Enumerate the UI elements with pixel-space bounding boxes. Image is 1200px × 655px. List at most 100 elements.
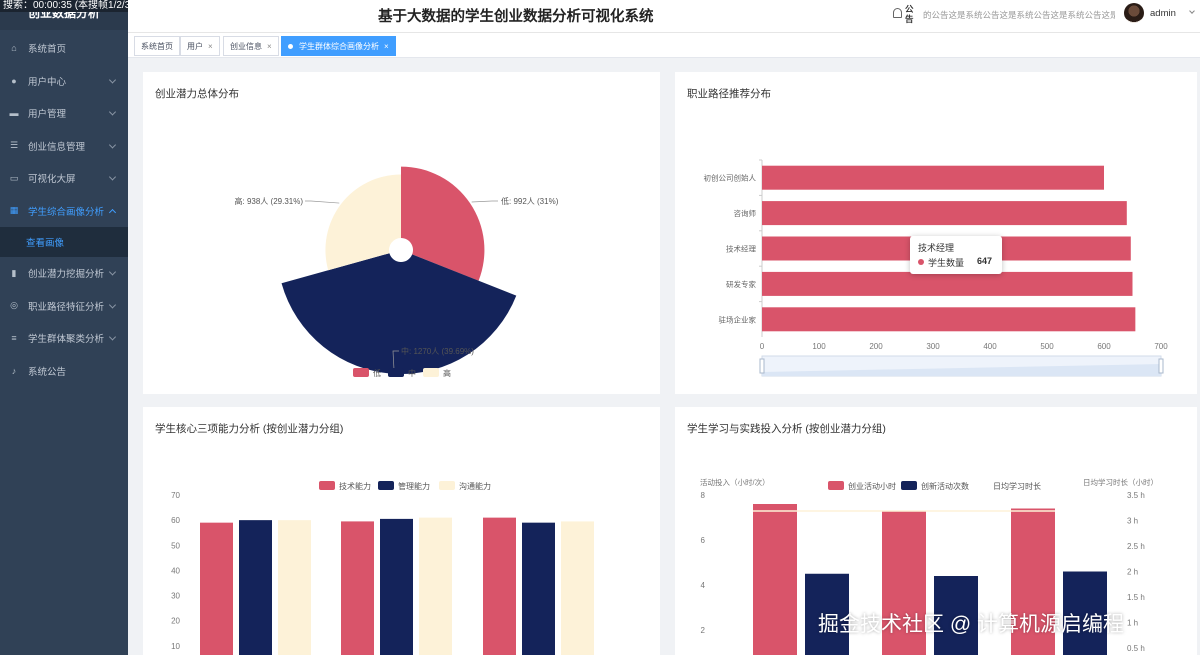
menu-icon: ≡: [11, 333, 17, 344]
legend-label[interactable]: 创业活动小时: [848, 481, 896, 491]
y-category-label: 初创公司创始人: [704, 173, 757, 183]
y-category-label: 技术经理: [726, 244, 756, 254]
bar-2-1[interactable]: [419, 517, 452, 655]
chevron-up-icon: [108, 208, 117, 216]
legend-swatch[interactable]: [901, 481, 917, 490]
tag-startup-info[interactable]: 创业信息 ×: [223, 36, 279, 56]
legend-swatch[interactable]: [828, 481, 844, 490]
y-tick-label-right: 2.5 h: [1127, 542, 1145, 551]
y-tick-label-left: 4: [701, 581, 706, 590]
tag-label: 用户: [187, 41, 203, 51]
sidebar-item-cluster-analysis[interactable]: ≡ 学生群体聚类分析: [0, 322, 128, 355]
sidebar-item-visual-screen[interactable]: ▭ 可视化大屏: [0, 162, 128, 195]
datazoom-handle-right[interactable]: [1158, 358, 1164, 374]
mic-icon: ♪: [11, 365, 17, 376]
chevron-down-icon: [108, 141, 117, 149]
legend-label[interactable]: 沟通能力: [459, 481, 491, 491]
y-tick-label: 20: [171, 617, 180, 626]
sidebar-item-startup-info[interactable]: ☰ 创业信息管理: [0, 130, 128, 163]
x-tick-label: 600: [1097, 342, 1111, 351]
notice-marquee[interactable]: 的公告这是系统公告这是系统公告这是系统公告这是系统公告: [923, 9, 1115, 21]
tooltip-title: 技术经理: [918, 243, 955, 253]
sidebar-item-user-center[interactable]: ● 用户中心: [0, 65, 128, 98]
legend-swatch[interactable]: [439, 481, 455, 490]
page-title: 基于大数据的学生创业数据分析可视化系统: [378, 9, 654, 25]
legend-label[interactable]: 日均学习时长: [993, 481, 1041, 491]
sidebar-item-student-profile[interactable]: ▦ 学生综合画像分析: [0, 195, 128, 228]
bar-1-1[interactable]: [380, 518, 413, 655]
bar-2-2[interactable]: [561, 521, 594, 655]
avatar[interactable]: [1124, 3, 1144, 23]
pie-data-label: 高: 938人 (29.31%): [235, 196, 304, 206]
bar-0-0[interactable]: [200, 522, 233, 655]
bar-0-1[interactable]: [341, 521, 374, 655]
sidebar-subitem-label: 查看画像: [26, 238, 65, 249]
x-tick-label: 700: [1154, 342, 1168, 351]
sidebar-item-label: 用户管理: [28, 109, 67, 121]
bell-icon[interactable]: [893, 8, 902, 18]
close-icon[interactable]: ×: [208, 42, 213, 51]
sidebar-item-potential-mining[interactable]: ▮ 创业潜力挖掘分析: [0, 257, 128, 290]
y-tick-label: 30: [171, 592, 180, 601]
username[interactable]: admin: [1150, 8, 1176, 19]
sidebar-item-label: 可视化大屏: [28, 174, 76, 186]
home-icon: ⌂: [11, 43, 17, 54]
tag-user[interactable]: 用户 ×: [180, 36, 220, 56]
y-category-label: 研发专家: [726, 279, 756, 289]
hbar-3[interactable]: [762, 271, 1133, 296]
chevron-down-icon[interactable]: [1189, 8, 1195, 14]
legend-swatch[interactable]: [423, 368, 439, 377]
datazoom-handle-left[interactable]: [759, 358, 765, 374]
y-tick-label-right: 2 h: [1127, 568, 1138, 577]
legend-swatch[interactable]: [353, 368, 369, 377]
chevron-down-icon: [108, 108, 117, 116]
chart-tooltip: 技术经理 学生数量 647: [910, 236, 1002, 274]
close-icon[interactable]: ×: [267, 42, 272, 51]
legend-swatch[interactable]: [319, 481, 335, 490]
bar-1-0[interactable]: [239, 520, 272, 655]
legend-label[interactable]: 高: [443, 368, 451, 378]
bar-0-2[interactable]: [483, 517, 516, 655]
x-tick-label: 100: [812, 342, 826, 351]
pie-chart-svg: 低: 992人 (31%) 中: 1270人 (39.69%) 高: 938人 (2…: [235, 166, 559, 378]
sidebar-item-label: 系统公告: [28, 366, 67, 378]
legend-swatch[interactable]: [388, 368, 404, 377]
sidebar: 创业数据分析 搜索：00:00:35 (本搜帧1/2/3) ⌂ 系统首页 ● 用…: [0, 0, 137, 655]
tag-label: 学生群体综合画像分析: [299, 41, 379, 51]
pie-label-line: [305, 200, 340, 204]
sidebar-item-announcement[interactable]: ♪ 系统公告: [0, 355, 128, 388]
hbar-chart-svg: 0 100 200 300 400 500 600 700 初创公司创始人咨询师技术经理研发专…: [704, 159, 1168, 377]
legend-label[interactable]: 管理能力: [398, 481, 430, 491]
hbar-0[interactable]: [762, 165, 1104, 190]
ability-chart-card: 学生核心三项能力分析 (按创业潜力分组) 技术能力 管理能力 沟通能力 10 20 30…: [143, 407, 660, 655]
legend-swatch[interactable]: [378, 481, 394, 490]
chevron-down-icon: [108, 173, 117, 181]
tags-bar: 系统首页 用户 × 创业信息 × 学生群体综合画像分析 ×: [128, 32, 1200, 58]
sidebar-item-label: 用户中心: [28, 76, 67, 88]
sidebar-item-career-path[interactable]: ◎ 职业路径特征分析: [0, 290, 128, 323]
sidebar-item-home[interactable]: ⌂ 系统首页: [0, 32, 128, 65]
y-tick-label: 50: [171, 541, 180, 550]
bar-1-2[interactable]: [522, 522, 555, 655]
legend-label[interactable]: 创新活动次数: [921, 481, 969, 491]
y-tick-label: 10: [171, 642, 180, 651]
hbar-1[interactable]: [762, 201, 1127, 226]
tag-student-profile[interactable]: 学生群体综合画像分析 ×: [281, 36, 396, 56]
hbar-4[interactable]: [762, 307, 1136, 332]
career-path-card: 职业路径推荐分布 0 100 200 300 400 500 600 700 初创公司创始人咨…: [675, 72, 1197, 394]
legend-label[interactable]: 中: [408, 368, 416, 378]
monitor-icon: ▬: [9, 108, 19, 119]
legend-label[interactable]: 低: [373, 368, 381, 378]
sidebar-item-user-management[interactable]: ▬ 用户管理: [0, 97, 128, 130]
bar-0-0[interactable]: [753, 504, 797, 655]
tag-home[interactable]: 系统首页: [134, 36, 180, 56]
legend-label[interactable]: 技术能力: [339, 481, 371, 491]
close-icon[interactable]: ×: [384, 42, 389, 51]
chevron-down-icon: [108, 268, 117, 276]
bar-2-0[interactable]: [278, 520, 311, 655]
sidebar-subitem-view-profile[interactable]: 查看画像: [0, 227, 128, 257]
y-tick-label-left: 8: [701, 491, 706, 500]
series-dot-icon: [918, 259, 924, 265]
sidebar-item-label: 学生综合画像分析: [28, 206, 105, 218]
pie-data-label: 低: 992人 (31%): [501, 196, 559, 206]
